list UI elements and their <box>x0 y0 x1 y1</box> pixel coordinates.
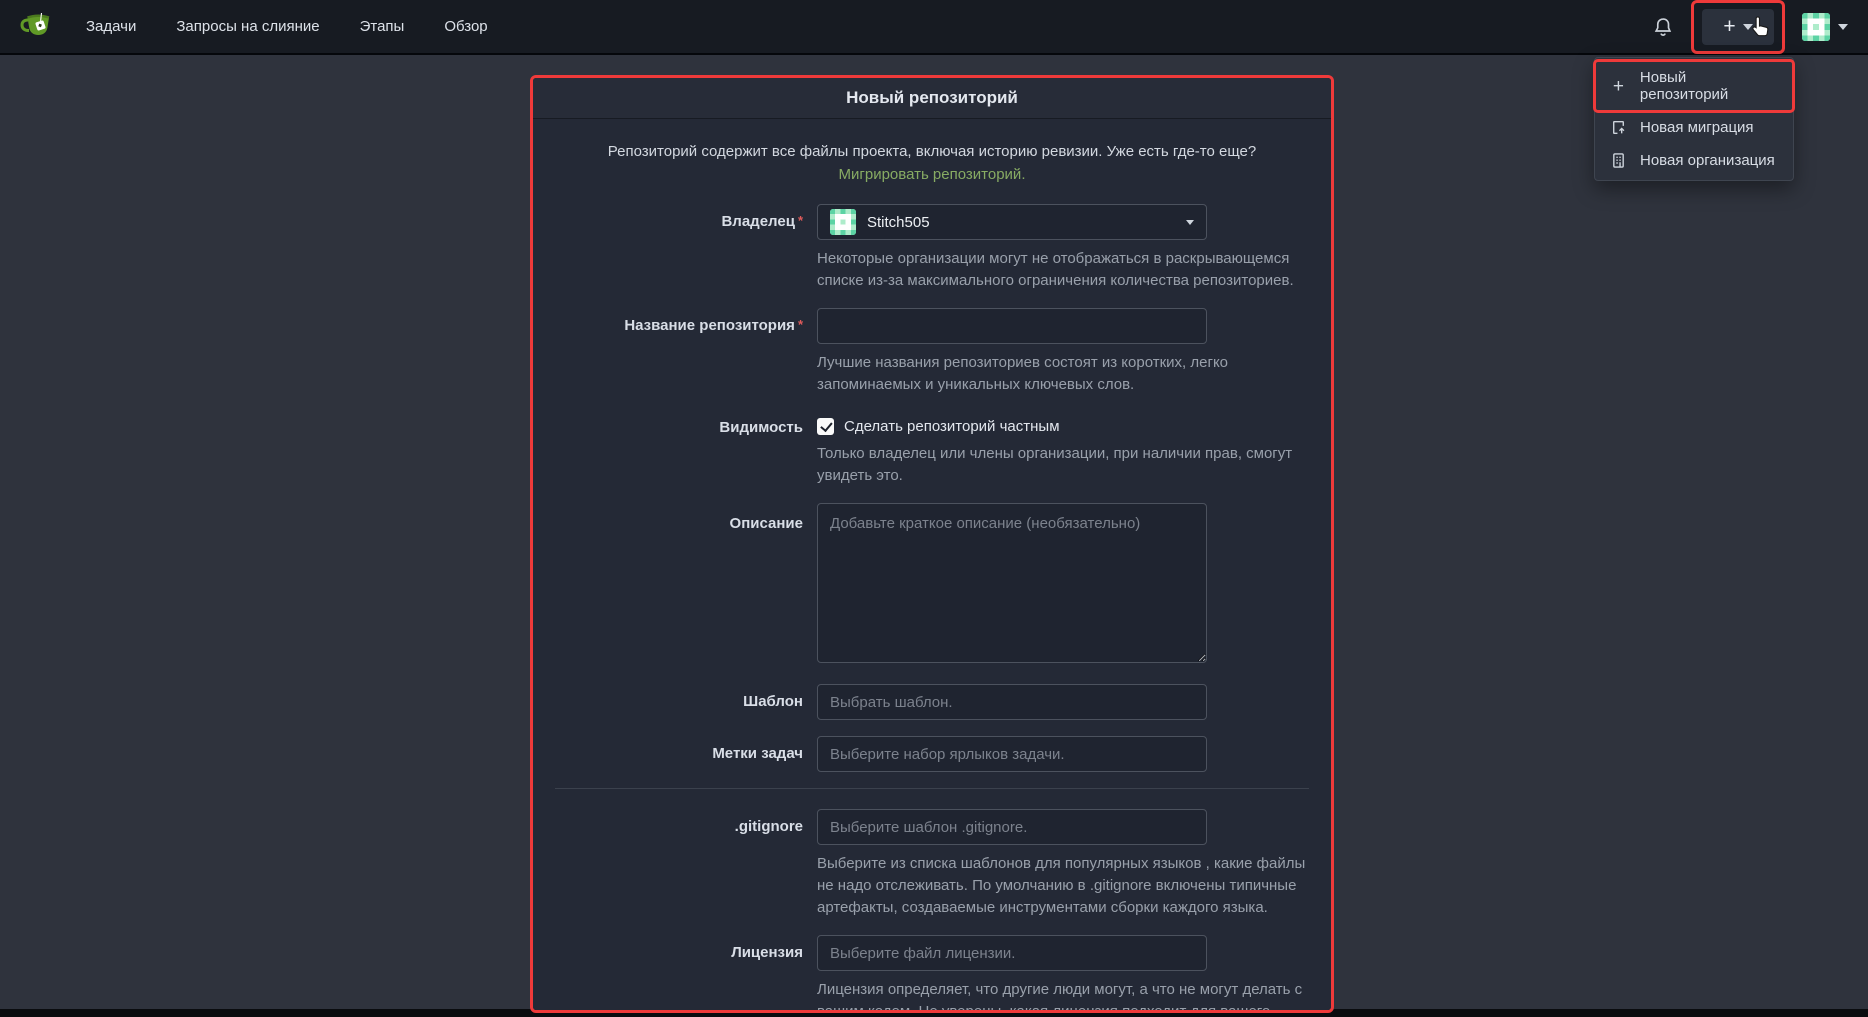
visibility-help-text: Только владелец или члены организации, п… <box>817 443 1309 487</box>
form-header: Новый репозиторий <box>533 78 1331 119</box>
intro-text: Репозиторий содержит все файлы проекта, … <box>582 141 1282 186</box>
visibility-row: Видимость Сделать репозиторий частным То… <box>555 412 1309 487</box>
menu-item-new-migration[interactable]: Новая миграция <box>1595 111 1793 144</box>
nav-item-explore[interactable]: Обзор <box>444 18 487 35</box>
private-checkbox[interactable] <box>817 418 834 435</box>
caret-down-icon <box>1838 24 1848 30</box>
license-help-sentence: Лицензия определяет, что другие люди мог… <box>817 981 1302 1013</box>
owner-help-text: Некоторые организации могут не отображат… <box>817 248 1309 292</box>
create-new-button[interactable]: + <box>1702 9 1774 45</box>
issue-labels-row: Метки задач <box>555 736 1309 772</box>
page-title: Новый репозиторий <box>846 88 1018 108</box>
gitignore-row: .gitignore Выберите из списка шаблонов д… <box>555 809 1309 919</box>
nav-item-pull-requests[interactable]: Запросы на слияние <box>176 18 319 35</box>
create-new-dropdown: + Новый репозиторий Новая миграция Новая… <box>1594 57 1794 181</box>
repo-name-label: Название репозитория* <box>555 308 803 396</box>
required-asterisk: * <box>798 213 803 228</box>
repo-name-row: Название репозитория* Лучшие названия ре… <box>555 308 1309 396</box>
new-repository-form: Новый репозиторий Репозиторий содержит в… <box>533 78 1331 1010</box>
gitignore-help-text: Выберите из списка шаблонов для популярн… <box>817 853 1309 919</box>
user-avatar-menu[interactable] <box>1802 13 1848 41</box>
menu-item-label: Новая организация <box>1640 152 1775 169</box>
license-label: Лицензия <box>555 935 803 1013</box>
issue-labels-label: Метки задач <box>555 736 803 772</box>
owner-avatar <box>830 209 856 235</box>
gitignore-label: .gitignore <box>555 809 803 919</box>
caret-down-icon <box>1186 220 1194 225</box>
owner-label: Владелец* <box>555 204 803 292</box>
gitea-logo-icon[interactable] <box>20 11 54 43</box>
template-label: Шаблон <box>555 684 803 720</box>
nav-item-issues[interactable]: Задачи <box>86 18 136 35</box>
issue-labels-input[interactable] <box>817 736 1207 772</box>
plus-icon: + <box>1723 15 1735 39</box>
intro-sentence: Репозиторий содержит все файлы проекта, … <box>608 143 1256 160</box>
menu-item-label: Новый репозиторий <box>1640 69 1778 103</box>
owner-row: Владелец* Stitch505 Некоторые <box>555 204 1309 292</box>
primary-nav: Задачи Запросы на слияние Этапы Обзор <box>86 18 488 35</box>
description-textarea[interactable] <box>817 503 1207 663</box>
description-row: Описание <box>555 503 1309 668</box>
organization-icon <box>1610 152 1627 169</box>
license-input[interactable] <box>817 935 1207 971</box>
top-navbar: Задачи Запросы на слияние Этапы Обзор + <box>0 0 1868 55</box>
section-divider <box>555 788 1309 789</box>
visibility-label: Видимость <box>555 412 803 487</box>
menu-item-label: Новая миграция <box>1640 119 1754 136</box>
form-body: Репозиторий содержит все файлы проекта, … <box>533 119 1331 1013</box>
nav-item-milestones[interactable]: Этапы <box>360 18 405 35</box>
caret-down-icon <box>1743 24 1753 30</box>
owner-value: Stitch505 <box>867 214 930 231</box>
repo-name-input[interactable] <box>817 308 1207 344</box>
navbar-right-group: + <box>1652 9 1848 45</box>
description-label: Описание <box>555 503 803 668</box>
license-help-text: Лицензия определяет, что другие люди мог… <box>817 979 1309 1013</box>
license-row: Лицензия Лицензия определяет, что другие… <box>555 935 1309 1013</box>
migrate-icon <box>1610 119 1627 136</box>
notifications-bell-icon[interactable] <box>1652 16 1674 38</box>
private-checkbox-label: Сделать репозиторий частным <box>844 418 1060 435</box>
template-input[interactable] <box>817 684 1207 720</box>
menu-item-new-repository[interactable]: + Новый репозиторий <box>1595 61 1793 111</box>
repo-name-help-text: Лучшие названия репозиториев состоят из … <box>817 352 1309 396</box>
menu-item-new-organization[interactable]: Новая организация <box>1595 144 1793 177</box>
gitignore-input[interactable] <box>817 809 1207 845</box>
owner-select[interactable]: Stitch505 <box>817 204 1207 240</box>
create-new-annotation-box: + <box>1702 9 1774 45</box>
form-annotation-box: Новый репозиторий Репозиторий содержит в… <box>530 75 1334 1013</box>
plus-icon: + <box>1610 78 1627 95</box>
migrate-repository-link[interactable]: Мигрировать репозиторий. <box>839 166 1026 183</box>
template-row: Шаблон <box>555 684 1309 720</box>
user-avatar <box>1802 13 1830 41</box>
required-asterisk: * <box>798 317 803 332</box>
app-screen: Задачи Запросы на слияние Этапы Обзор + <box>0 0 1868 1017</box>
